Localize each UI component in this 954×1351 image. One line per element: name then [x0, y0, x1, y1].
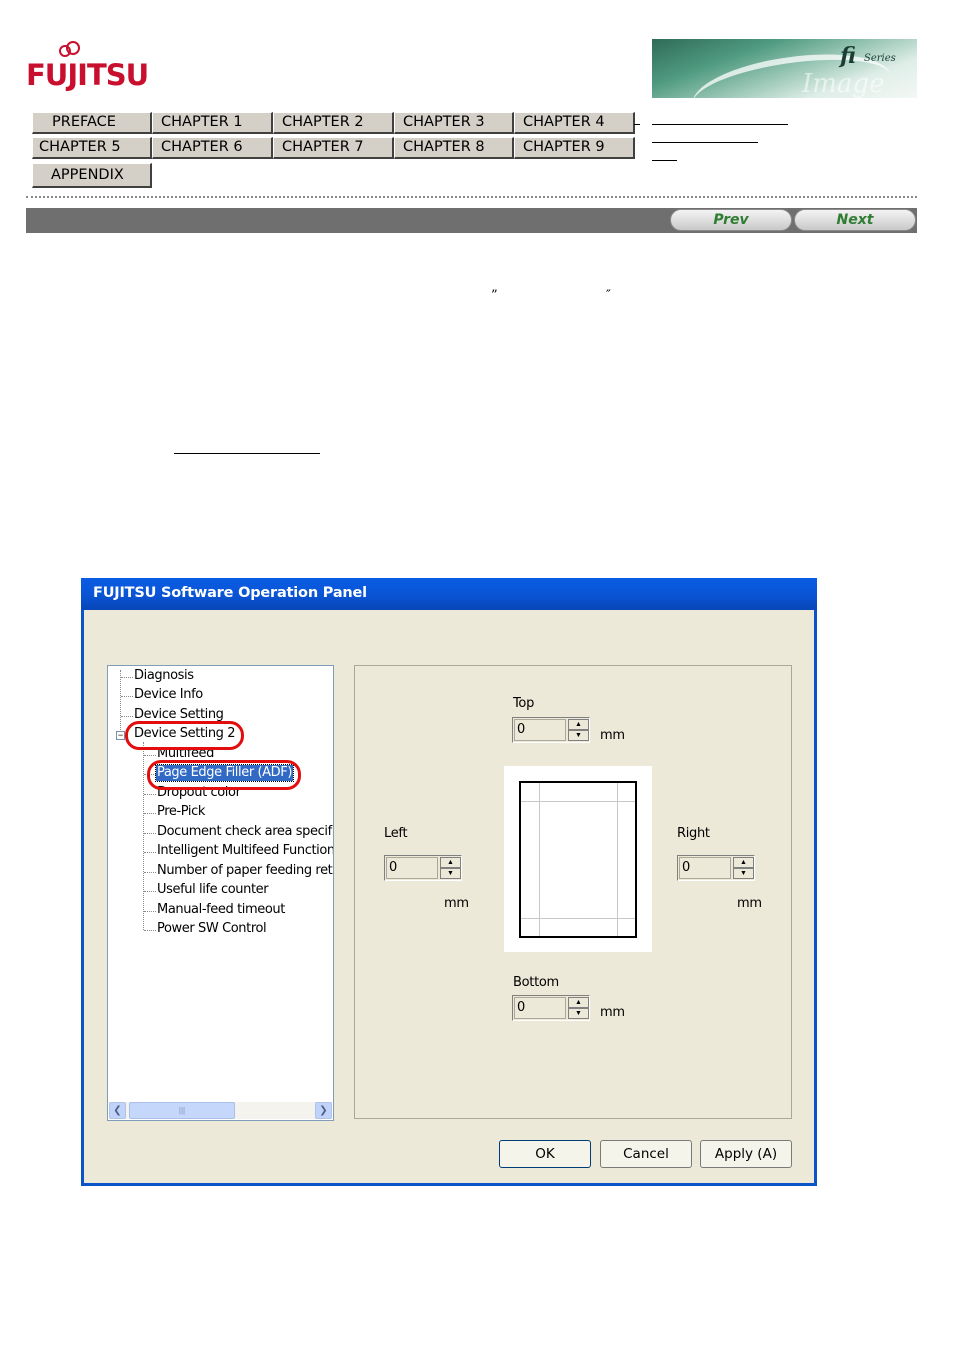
spin-down-icon[interactable]: ▼ — [440, 868, 461, 879]
bottom-label: Bottom — [513, 975, 559, 990]
top-spinbox[interactable]: 0 ▲ ▼ — [512, 717, 590, 743]
paper-outline — [519, 781, 637, 938]
highlight-page-edge-filler — [147, 760, 301, 790]
prev-button[interactable]: Prev — [670, 209, 792, 231]
tree-guide — [144, 891, 156, 892]
tree-item-intelligent-multifeed[interactable]: Intelligent Multifeed Function — [157, 843, 333, 859]
top-unit: mm — [600, 728, 625, 743]
top-input[interactable]: 0 — [514, 719, 566, 741]
cancel-button[interactable]: Cancel — [600, 1140, 692, 1168]
tree-item-power-sw-control[interactable]: Power SW Control — [157, 921, 267, 937]
tree-guide — [121, 716, 133, 717]
logo-dot-icon — [66, 41, 80, 55]
window-client-area: Diagnosis Device Info Device Setting − D… — [84, 610, 814, 1183]
left-label: Left — [384, 826, 408, 841]
left-unit: mm — [444, 896, 469, 911]
edge-guide — [521, 918, 635, 919]
bottom-input[interactable]: 0 — [514, 997, 566, 1019]
next-button[interactable]: Next — [794, 209, 916, 231]
scroll-right-icon[interactable]: ❯ — [315, 1102, 332, 1119]
tree-item-manual-feed-timeout[interactable]: Manual-feed timeout — [157, 902, 285, 918]
tree-guide — [121, 677, 133, 678]
scroll-left-icon[interactable]: ❮ — [109, 1102, 126, 1119]
left-spinbox[interactable]: 0 ▲ ▼ — [384, 855, 462, 881]
bottom-unit: mm — [600, 1005, 625, 1020]
right-unit: mm — [737, 896, 762, 911]
tree-item-device-info[interactable]: Device Info — [134, 687, 203, 703]
tree-guide — [144, 930, 156, 931]
spin-up-icon[interactable]: ▲ — [440, 857, 461, 868]
spin-down-icon[interactable]: ▼ — [568, 730, 589, 741]
nav-chapter-5-button[interactable]: CHAPTER 5 — [32, 137, 152, 159]
side-link-3[interactable] — [652, 160, 677, 161]
logo-text: FUJITSU — [26, 58, 149, 92]
right-input[interactable]: 0 — [679, 857, 731, 879]
right-spinbox[interactable]: 0 ▲ ▼ — [677, 855, 755, 881]
nav-chapter-8-button[interactable]: CHAPTER 8 — [394, 137, 514, 159]
header-divider — [26, 196, 917, 198]
nav-chapter-3-button[interactable]: CHAPTER 3 — [394, 112, 514, 134]
tree-guide — [143, 742, 144, 930]
nav-preface-button[interactable]: PREFACE — [32, 112, 152, 134]
scroll-thumb[interactable]: ||| — [129, 1102, 235, 1119]
nav-chapter-1-button[interactable]: CHAPTER 1 — [152, 112, 273, 134]
spin-up-icon[interactable]: ▲ — [568, 997, 589, 1008]
edge-guide — [521, 801, 635, 802]
banner-scanner-text: Image Scanner — [802, 69, 885, 98]
bottom-spinbox[interactable]: 0 ▲ ▼ — [512, 995, 590, 1021]
body-link-underline[interactable] — [174, 453, 320, 454]
side-link-tick — [634, 124, 640, 125]
edge-guide — [539, 783, 540, 936]
spin-down-icon[interactable]: ▼ — [733, 868, 754, 879]
tree-horizontal-scrollbar[interactable]: ❮ ||| ❯ — [109, 1102, 332, 1119]
top-label: Top — [513, 696, 535, 711]
page-preview — [504, 766, 652, 952]
highlight-device-setting-2 — [125, 721, 244, 750]
tree-item-pre-pick[interactable]: Pre-Pick — [157, 804, 205, 820]
tree-guide — [144, 852, 156, 853]
tree-item-document-check-area[interactable]: Document check area specific — [157, 824, 333, 840]
nav-appendix-button[interactable]: APPENDIX — [32, 163, 152, 188]
page-edge-filler-panel: Top 0 ▲ ▼ mm Left 0 ▲ ▼ mm Right 0 ▲ ▼ m… — [354, 665, 792, 1119]
tree-guide — [144, 833, 156, 834]
fi-series-banner: Image Scanner fi Series — [652, 39, 917, 98]
ok-button[interactable]: OK — [499, 1140, 591, 1168]
tree-guide — [144, 813, 156, 814]
tree-item-paper-feeding-retries[interactable]: Number of paper feeding retrie — [157, 863, 333, 879]
banner-series-text: Series — [864, 53, 896, 64]
edge-guide — [617, 783, 618, 936]
nav-chapter-2-button[interactable]: CHAPTER 2 — [273, 112, 394, 134]
left-input[interactable]: 0 — [386, 857, 438, 879]
nav-chapter-6-button[interactable]: CHAPTER 6 — [152, 137, 273, 159]
fujitsu-logo: FUJITSU — [26, 41, 149, 94]
nav-chapter-9-button[interactable]: CHAPTER 9 — [514, 137, 635, 159]
tree-item-useful-life-counter[interactable]: Useful life counter — [157, 882, 269, 898]
nav-chapter-7-button[interactable]: CHAPTER 7 — [273, 137, 394, 159]
right-label: Right — [677, 826, 710, 841]
tree-guide — [144, 755, 156, 756]
window-title: FUJITSU Software Operation Panel — [93, 585, 367, 601]
apply-button[interactable]: Apply (A) — [700, 1140, 792, 1168]
tree-guide — [144, 911, 156, 912]
nav-chapter-4-button[interactable]: CHAPTER 4 — [514, 112, 635, 134]
side-link-2[interactable] — [652, 142, 758, 143]
close-quote: ″ — [606, 288, 611, 303]
tree-guide — [144, 872, 156, 873]
side-link-1[interactable] — [652, 124, 788, 125]
window-titlebar[interactable]: FUJITSU Software Operation Panel — [81, 578, 817, 610]
spin-up-icon[interactable]: ▲ — [568, 719, 589, 730]
banner-fi-text: fi — [840, 43, 856, 69]
open-quote: ” — [491, 288, 498, 303]
tree-guide — [120, 670, 121, 734]
collapse-icon[interactable]: − — [116, 731, 125, 740]
tree-guide — [121, 696, 133, 697]
spin-down-icon[interactable]: ▼ — [568, 1008, 589, 1019]
tree-guide — [144, 794, 156, 795]
spin-up-icon[interactable]: ▲ — [733, 857, 754, 868]
tree-item-diagnosis[interactable]: Diagnosis — [134, 668, 194, 684]
operation-panel-window: FUJITSU Software Operation Panel Diagnos… — [81, 578, 817, 1186]
